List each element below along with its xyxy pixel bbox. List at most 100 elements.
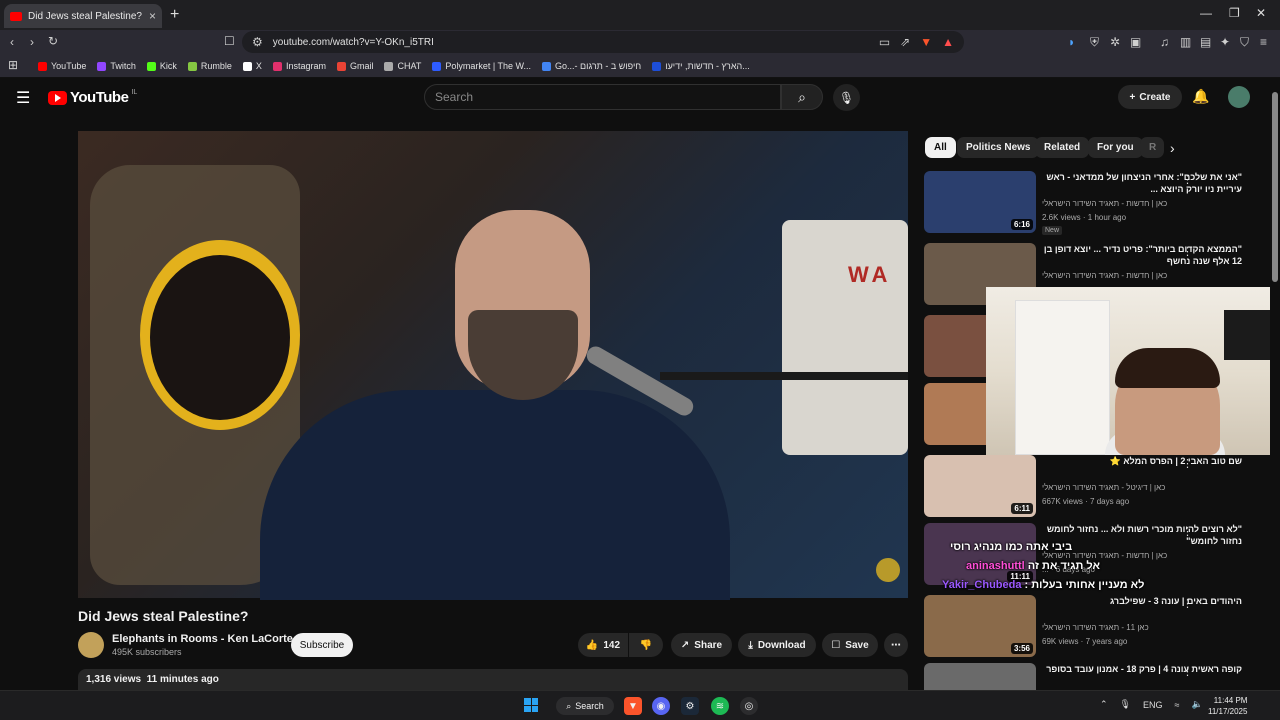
rec-channel[interactable]: כאן | חדשות - תאגיד השידור הישראלי — [1042, 271, 1252, 280]
recommended-video[interactable]: 3:56 היהודים באים | עונה 3 - שפילברג כאן 1… — [924, 595, 1264, 657]
minimize-button[interactable]: — — [1200, 6, 1212, 20]
chevron-right-icon[interactable]: › — [1170, 140, 1175, 156]
spotify-taskbar-icon[interactable]: ≋ — [711, 697, 729, 715]
video-thumbnail[interactable]: 6:16 — [924, 171, 1036, 233]
wallet2-icon[interactable]: ▤ — [1200, 35, 1211, 49]
channel-name[interactable]: Elephants in Rooms - Ken LaCorte — [112, 633, 293, 645]
chip-related[interactable]: Related — [1035, 137, 1090, 158]
bookmark-item[interactable]: Instagram — [272, 61, 326, 71]
bookmark-item[interactable]: Rumble — [187, 61, 232, 71]
rec-title[interactable]: קופה ראשית עונה 4 | פרק 18 - אמנון עובד … — [1042, 663, 1242, 675]
forward-icon[interactable]: › — [30, 35, 34, 49]
close-tab-icon[interactable]: × — [149, 9, 156, 23]
menu-icon[interactable]: ≡ — [1260, 35, 1267, 49]
rec-title[interactable]: "הממצא הקדום ביותר": פריט נדיר ... יוצא … — [1042, 243, 1242, 267]
video-thumbnail[interactable]: 11:11 — [924, 523, 1036, 585]
hamburger-menu-icon[interactable]: ☰ — [16, 88, 30, 108]
taskbar-clock[interactable]: 11:44 PM 11/17/2025 — [1208, 695, 1247, 717]
new-tab-button[interactable]: + — [170, 6, 179, 24]
rec-channel[interactable]: כאן | חדשות - תאגיד השידור הישראלי — [1042, 199, 1252, 208]
discord-taskbar-icon[interactable]: ◉ — [652, 697, 670, 715]
bookmark-item[interactable]: X — [242, 61, 262, 71]
share-button[interactable]: ↗ Share — [671, 633, 732, 657]
scrollbar-thumb[interactable] — [1272, 92, 1278, 282]
recommended-video[interactable]: 11:11 "לא רוצים להיות מוכרי רשות ולא ... … — [924, 523, 1264, 585]
youtube-logo[interactable]: YouTube IL — [48, 89, 137, 106]
screenshot-icon[interactable]: ▣ — [1130, 35, 1141, 49]
video-thumbnail[interactable]: 6:11 — [924, 455, 1036, 517]
brave-rewards-icon[interactable]: ▲ — [942, 35, 954, 49]
wallet-icon[interactable]: ◗ — [1068, 35, 1075, 49]
rec-channel[interactable]: כאן | דיגיטל - תאגיד השידור הישראלי — [1042, 483, 1252, 492]
rec-title[interactable]: "אני את שלכם": אחרי הניצחון של ממדאני - … — [1042, 171, 1242, 195]
close-window-button[interactable]: ✕ — [1256, 6, 1266, 20]
like-button[interactable]: 👍 142 — [578, 633, 628, 657]
wifi-icon[interactable]: ≈ — [1175, 700, 1180, 710]
rec-title[interactable]: שם טוב האבי 2 | הפרס המלא ⭐ — [1042, 455, 1242, 467]
rec-more-icon[interactable]: ⋮ — [1182, 525, 1193, 538]
bookmark-item[interactable]: Gmail — [336, 61, 373, 71]
account-avatar[interactable] — [1228, 86, 1250, 108]
vpn-icon[interactable]: ⛨ — [1090, 35, 1099, 50]
chip-more[interactable]: R — [1140, 137, 1164, 158]
back-icon[interactable]: ‹ — [10, 35, 14, 49]
site-info-icon[interactable]: ⚙ — [252, 35, 263, 49]
create-button[interactable]: + Create — [1118, 85, 1182, 109]
download-button[interactable]: ⤓ Download — [738, 633, 816, 657]
rec-more-icon[interactable]: ⋮ — [1182, 665, 1193, 678]
rec-more-icon[interactable]: ⋮ — [1182, 245, 1193, 258]
bookmark-item[interactable]: Kick — [146, 61, 177, 71]
reload-icon[interactable]: ↻ — [48, 34, 58, 48]
dislike-button[interactable]: 👎 — [629, 633, 663, 657]
rec-more-icon[interactable]: ⋮ — [1182, 457, 1193, 470]
app-taskbar-icon[interactable]: ◎ — [740, 697, 758, 715]
browser-tab[interactable]: Did Jews steal Palestine? - YouTube × — [4, 4, 162, 28]
chip-for-you[interactable]: For you — [1088, 137, 1143, 158]
extensions-icon[interactable]: ✲ — [1110, 35, 1120, 49]
bookmark-item[interactable]: Polymarket | The W... — [432, 61, 531, 71]
bookmark-item[interactable]: YouTube — [38, 61, 86, 71]
search-input[interactable]: Search — [424, 84, 781, 110]
share-icon[interactable]: ⇗ — [900, 35, 910, 49]
rec-more-icon[interactable]: ⋮ — [1182, 173, 1193, 186]
bookmark-item[interactable]: Go...- חיפוש ב - תרגום — [542, 61, 641, 71]
save-button[interactable]: ☐ Save — [822, 633, 878, 657]
rec-channel[interactable]: כאן 11 - תאגיד השידור הישראלי — [1042, 623, 1252, 632]
description-box[interactable]: 1,316 views 11 minutes ago — [78, 669, 908, 690]
volume-icon[interactable]: 🔈 — [1191, 699, 1202, 710]
subscriber-count: 495K subscribers — [112, 647, 182, 657]
video-thumbnail[interactable]: 3:56 — [924, 595, 1036, 657]
bookmark-item[interactable]: CHAT — [384, 61, 421, 71]
brave-taskbar-icon[interactable]: ▼ — [624, 697, 642, 715]
taskbar-search[interactable]: ⌕ Search — [556, 697, 614, 715]
maximize-button[interactable]: ❐ — [1229, 6, 1240, 20]
address-bar[interactable]: ⚙ youtube.com/watch?v=Y-OKn_i5TRI ▭ ⇗ ▼ … — [242, 31, 964, 53]
chip-all[interactable]: All — [925, 137, 956, 158]
steam-taskbar-icon[interactable]: ⚙ — [681, 697, 699, 715]
search-button[interactable]: ⌕ — [781, 84, 823, 110]
bookmark-item[interactable]: Twitch — [97, 61, 136, 71]
microphone-tray-icon[interactable]: 🎙 — [1120, 699, 1131, 710]
windows-start-icon[interactable] — [524, 698, 538, 712]
cast-icon[interactable]: ▭ — [879, 35, 890, 49]
brave-shield-icon[interactable]: ▼ — [920, 35, 932, 49]
subscribe-button[interactable]: Subscribe — [291, 633, 353, 657]
chevron-up-icon[interactable]: ⌃ — [1100, 699, 1108, 710]
language-indicator[interactable]: ENG — [1143, 700, 1163, 710]
voice-search-button[interactable]: 🎙 — [833, 84, 860, 111]
more-actions-button[interactable]: ⋯ — [884, 633, 908, 657]
channel-avatar[interactable] — [78, 632, 104, 658]
bookmark-icon[interactable]: ☐ — [224, 34, 235, 48]
rec-more-icon[interactable]: ⋮ — [1182, 597, 1193, 610]
recommended-video[interactable]: 6:16 "אני את שלכם": אחרי הניצחון של ממדאנ… — [924, 171, 1264, 235]
leo-icon[interactable]: ✦ — [1220, 35, 1230, 49]
notifications-bell-icon[interactable]: 🔔 — [1192, 88, 1209, 105]
shield-icon[interactable]: ⛉ — [1240, 35, 1249, 50]
rec-title[interactable]: היהודים באים | עונה 3 - שפילברג — [1042, 595, 1242, 607]
recommended-video[interactable]: 6:11 שם טוב האבי 2 | הפרס המלא ⭐ כאן | דיג… — [924, 455, 1264, 517]
sidebar-icon[interactable]: ▥ — [1180, 35, 1191, 49]
bookmark-item[interactable]: הארץ - חדשות, ידיעו... — [652, 61, 750, 71]
chip-politics-news[interactable]: Politics News — [957, 137, 1040, 158]
apps-icon[interactable]: ⊞ — [8, 58, 18, 72]
media-icon[interactable]: ♫ — [1160, 35, 1169, 49]
